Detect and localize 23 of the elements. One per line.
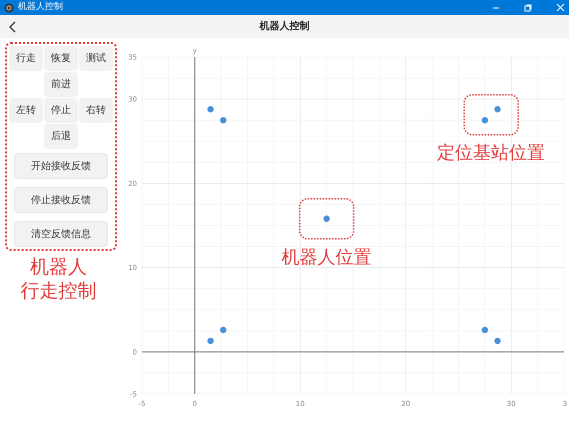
- window-title: 机器人控制: [18, 0, 63, 14]
- annotation-box: [298, 198, 354, 240]
- close-icon[interactable]: [556, 3, 565, 12]
- control-button[interactable]: 恢复: [44, 46, 78, 71]
- app-icon: [4, 2, 14, 12]
- page-title: 机器人控制: [260, 20, 310, 34]
- control-button[interactable]: 左转: [9, 98, 43, 123]
- control-button[interactable]: 行走: [9, 46, 43, 71]
- annotation-box: [463, 94, 519, 136]
- annotation-label: 定位基站位置: [437, 142, 546, 164]
- control-button[interactable]: 清空反馈信息: [14, 221, 108, 247]
- control-button[interactable]: 前进: [44, 72, 78, 97]
- annotation-label: 机器人位置: [282, 246, 372, 268]
- back-icon[interactable]: [8, 20, 18, 32]
- control-button[interactable]: 右转: [79, 98, 113, 123]
- control-button[interactable]: 停止: [44, 98, 78, 123]
- annotation-label: 机器人: [30, 255, 87, 279]
- control-button[interactable]: 停止接收反馈: [14, 187, 108, 213]
- control-button[interactable]: 测试: [79, 46, 113, 71]
- restore-icon[interactable]: [524, 4, 532, 12]
- control-button[interactable]: 开始接收反馈: [14, 153, 108, 179]
- annotation-label: 行走控制: [20, 279, 96, 303]
- control-button[interactable]: 后退: [44, 124, 78, 149]
